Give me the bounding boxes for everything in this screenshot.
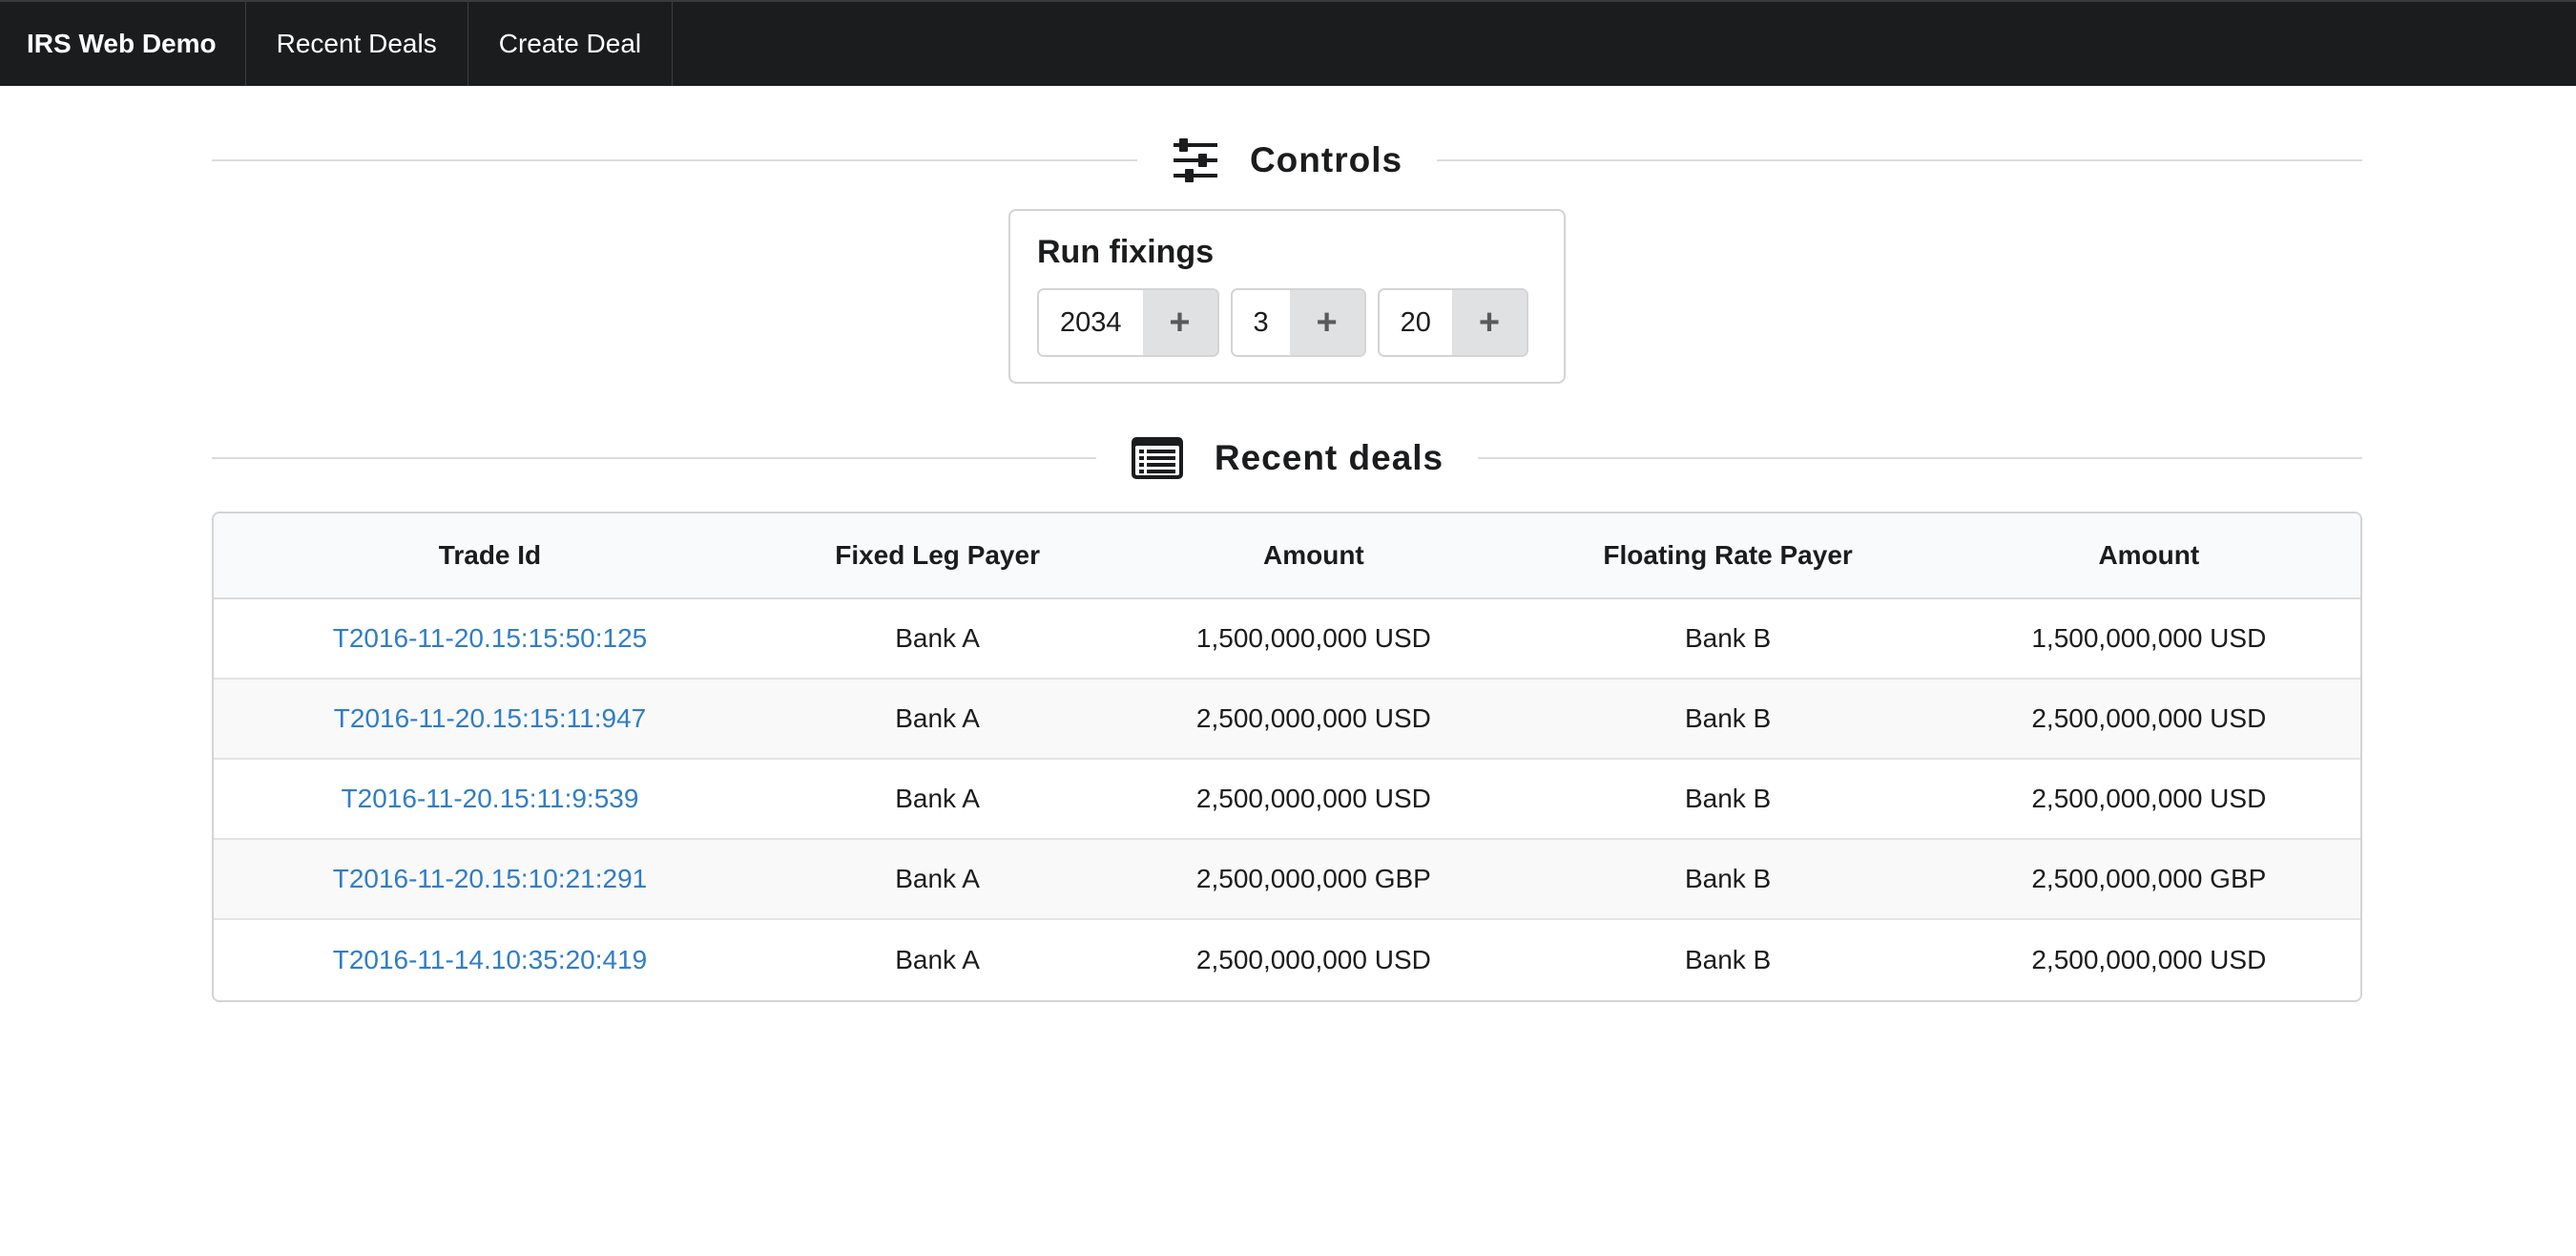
fixed-amount-cell: 2,500,000,000 USD (1109, 760, 1519, 840)
month-stepper: 3 + (1230, 288, 1366, 357)
top-menu: IRS Web Demo Recent Deals Create Deal (0, 0, 2576, 86)
column-header-floating-rate-payer: Floating Rate Payer (1518, 513, 1938, 599)
floating-payer-cell: Bank B (1684, 945, 1772, 974)
trade-id-cell: T2016-11-20.15:15:50:125 (214, 599, 766, 680)
fixed-payer-cell: Bank A (765, 840, 1110, 920)
fixed-amount-cell: 2,500,000,000 USD (1195, 945, 1431, 974)
recent-deals-header: Recent deals (212, 420, 2362, 496)
divider-line (212, 457, 1096, 459)
controls-header: Controls (212, 122, 2363, 199)
table-row: T2016-11-20.15:10:21:291 Bank A 2,500,00… (214, 840, 2360, 920)
trade-id-link[interactable]: T2016-11-20.15:11:9:539 (342, 784, 639, 813)
table-row: T2016-11-20.15:11:9:539 Bank A 2,500,000… (214, 760, 2360, 840)
day-stepper: 20 + (1377, 288, 1528, 357)
nav-recent-deals[interactable]: Recent Deals (246, 2, 468, 86)
divider-line (1437, 159, 2363, 161)
floating-payer-cell: Bank B (1518, 599, 1938, 680)
floating-payer-cell: Bank B (1518, 760, 1938, 840)
divider-line (1478, 457, 2362, 459)
fixed-amount-cell: 2,500,000,000 GBP (1109, 840, 1519, 920)
run-fixings-title: Run fixings (1037, 234, 1215, 270)
trade-id-cell: T2016-11-14.10:35:20:419 (214, 920, 766, 1000)
list-alternate-icon (1131, 436, 1184, 480)
trade-id-link[interactable]: T2016-11-14.10:35:20:419 (333, 945, 648, 974)
floating-payer-cell: Bank B (1518, 840, 1938, 920)
year-plus-button[interactable]: + (1142, 290, 1217, 355)
fixed-amount-cell: 1,500,000,000 USD (1109, 599, 1519, 680)
day-value[interactable]: 20 (1379, 290, 1452, 355)
fixed-payer-cell: Bank A (765, 680, 1110, 760)
run-fixings-card: Run fixings 2034 + 3 + 20 + (1008, 209, 1566, 384)
column-header-trade-id: Trade Id (214, 513, 766, 599)
floating-amount-cell: 2,500,000,000 GBP (1937, 840, 2360, 920)
trade-id-link[interactable]: T2016-11-20.15:15:50:125 (333, 623, 648, 653)
divider-line (212, 159, 1137, 161)
trade-id-link[interactable]: T2016-11-20.15:10:21:291 (333, 864, 648, 893)
column-header-fixed-leg-payer: Fixed Leg Payer (765, 513, 1110, 599)
fixed-payer-cell: Bank A (765, 760, 1110, 840)
year-stepper: 2034 + (1037, 288, 1219, 357)
table-header-row: Trade Id Fixed Leg Payer Amount Floating… (214, 513, 2360, 599)
year-value[interactable]: 2034 (1039, 290, 1143, 355)
sliders-icon (1172, 138, 1219, 182)
controls-title: Controls (1249, 140, 1403, 179)
brand-link[interactable]: IRS Web Demo (0, 2, 246, 86)
fixed-amount-cell: 2,500,000,000 USD (1109, 680, 1519, 760)
table-row: T2016-11-14.10:35:20:419 Bank A 2,500,00… (214, 920, 2360, 1000)
month-plus-button[interactable]: + (1289, 290, 1364, 355)
floating-amount-cell: 2,500,000,000 USD (1937, 760, 2360, 840)
table-row: T2016-11-20.15:15:11:947 Bank A 2,500,00… (214, 680, 2360, 760)
floating-amount-cell: 2,500,000,000 USD (2031, 945, 2267, 974)
floating-amount-cell: 1,500,000,000 USD (1937, 599, 2360, 680)
month-value[interactable]: 3 (1232, 290, 1290, 355)
trade-id-link[interactable]: T2016-11-20.15:15:11:947 (334, 703, 646, 733)
table-row: T2016-11-20.15:15:50:125 Bank A 1,500,00… (214, 599, 2360, 680)
fixed-payer-cell: Bank A (895, 945, 980, 974)
fixed-payer-cell: Bank A (765, 599, 1110, 680)
day-plus-button[interactable]: + (1451, 290, 1527, 355)
deals-table: Trade Id Fixed Leg Payer Amount Floating… (212, 512, 2362, 1002)
trade-id-cell: T2016-11-20.15:10:21:291 (214, 840, 766, 920)
column-header-fixed-amount: Amount (1109, 513, 1519, 599)
column-header-floating-amount: Amount (1937, 513, 2360, 599)
floating-payer-cell: Bank B (1518, 680, 1938, 760)
recent-deals-title: Recent deals (1214, 438, 1444, 477)
trade-id-cell: T2016-11-20.15:11:9:539 (214, 760, 766, 840)
floating-amount-cell: 2,500,000,000 USD (1937, 680, 2360, 760)
trade-id-cell: T2016-11-20.15:15:11:947 (214, 680, 766, 760)
nav-create-deal[interactable]: Create Deal (468, 2, 674, 86)
